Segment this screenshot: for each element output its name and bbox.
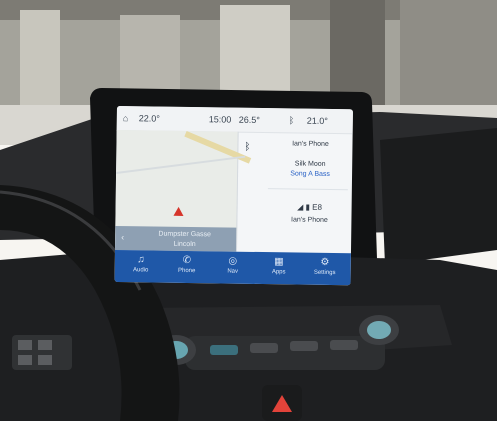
- device-name: Ian's Phone: [292, 140, 329, 148]
- dock-label: Nav: [227, 268, 239, 275]
- audio-icon: ♫: [137, 254, 145, 266]
- bottom-dock: ♫ Audio ✆ Phone ◎ Nav ▦ Apps ⚙ Settings: [114, 249, 351, 286]
- dock-label: Apps: [271, 269, 286, 276]
- call-status: Silk Moon: [294, 160, 326, 168]
- street-name: Dumpster Gasse: [158, 230, 212, 239]
- dock-label: Settings: [313, 269, 336, 277]
- infotainment-screen[interactable]: ⌂ 22.0° 15:00 26.5° ᛒ 21.0° ‹ Dumpster G…: [114, 106, 353, 286]
- dock-item-audio[interactable]: ♫ Audio: [121, 253, 161, 274]
- dock-label: Audio: [132, 267, 149, 274]
- chevron-left-icon[interactable]: ‹: [121, 232, 124, 242]
- car-dashboard-photo: ⌂ 22.0° 15:00 26.5° ᛒ 21.0° ‹ Dumpster G…: [0, 0, 497, 421]
- home-icon[interactable]: ⌂: [123, 113, 129, 123]
- dock-label: Phone: [177, 267, 196, 275]
- map-road: [116, 155, 246, 174]
- phone-media-panel[interactable]: ᛒ Ian's Phone Silk Moon Song A Bass ◢ ▮ …: [237, 132, 353, 254]
- signal-battery-status: ◢ ▮ E8: [297, 202, 323, 212]
- navigation-street-bar[interactable]: ‹ Dumpster Gasse Lincoln: [114, 225, 237, 252]
- driver-temperature[interactable]: 22.0°: [139, 113, 160, 123]
- outside-temperature: 26.5°: [238, 114, 261, 125]
- navigation-map[interactable]: ‹ Dumpster Gasse Lincoln: [114, 129, 252, 252]
- dock-item-phone[interactable]: ✆ Phone: [167, 254, 207, 275]
- street-name-secondary: Lincoln: [173, 240, 196, 249]
- position-arrow-icon: [173, 206, 184, 216]
- bluetooth-icon: ᛒ: [288, 115, 295, 126]
- dock-item-nav[interactable]: ◎ Nav: [213, 254, 253, 275]
- settings-icon: ⚙: [320, 256, 330, 268]
- bluetooth-icon: ᛒ: [244, 141, 251, 153]
- divider: [267, 188, 348, 191]
- passenger-temperature[interactable]: 21.0°: [307, 116, 328, 126]
- call-action-link[interactable]: Song A Bass: [272, 170, 348, 178]
- phone-icon: ✆: [182, 254, 192, 267]
- dock-item-settings[interactable]: ⚙ Settings: [305, 256, 345, 277]
- clock: 15:00: [208, 114, 232, 125]
- apps-icon: ▦: [274, 256, 284, 268]
- dock-item-apps[interactable]: ▦ Apps: [259, 255, 299, 276]
- device-name-secondary: Ian's Phone: [290, 216, 328, 224]
- navigation-icon: ◎: [228, 255, 238, 267]
